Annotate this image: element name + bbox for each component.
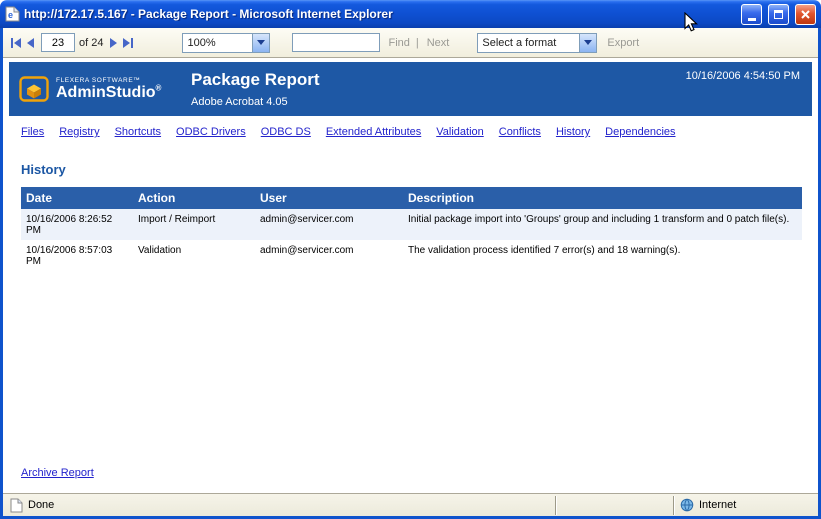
cell-description: The validation process identified 7 erro…	[403, 240, 802, 271]
close-button[interactable]	[795, 4, 816, 25]
nav-link-registry[interactable]: Registry	[59, 126, 99, 138]
nav-link-validation[interactable]: Validation	[436, 126, 484, 138]
first-page-button[interactable]	[8, 36, 24, 50]
mouse-cursor	[684, 12, 698, 33]
column-header-user: User	[255, 187, 403, 209]
section-nav: Files Registry Shortcuts ODBC Drivers OD…	[9, 116, 812, 138]
cell-user: admin@servicer.com	[255, 240, 403, 271]
nav-link-odbc-drivers[interactable]: ODBC Drivers	[176, 126, 246, 138]
maximize-button[interactable]	[768, 4, 789, 25]
ie-page-icon: e	[5, 6, 20, 22]
document-status-icon	[10, 498, 23, 513]
chevron-down-icon	[584, 40, 592, 45]
maximize-icon	[774, 10, 783, 19]
zone-label: Internet	[699, 499, 736, 511]
nav-link-extended-attributes[interactable]: Extended Attributes	[326, 126, 421, 138]
export-link[interactable]: Export	[607, 37, 639, 49]
nav-link-dependencies[interactable]: Dependencies	[605, 126, 675, 138]
flexera-box-icon	[19, 76, 49, 102]
next-page-icon	[110, 38, 117, 48]
report-header-band: FLEXERA SOFTWARE™ AdminStudio® Package R…	[9, 62, 812, 116]
format-select[interactable]: Select a format	[477, 33, 597, 53]
cell-user: admin@servicer.com	[255, 209, 403, 240]
format-value: Select a format	[478, 37, 579, 49]
zoom-select[interactable]: 100%	[182, 33, 270, 53]
column-header-description: Description	[403, 187, 802, 209]
first-page-icon	[11, 38, 13, 48]
report-content: FLEXERA SOFTWARE™ AdminStudio® Package R…	[3, 58, 818, 493]
status-bar: Done Internet	[3, 493, 818, 516]
table-row: 10/16/2006 8:57:03 PM Validation admin@s…	[21, 240, 802, 271]
previous-page-button[interactable]	[24, 36, 37, 50]
section-title: History	[21, 162, 812, 177]
status-pane-empty	[555, 496, 673, 515]
cell-date: 10/16/2006 8:26:52 PM	[21, 209, 133, 240]
last-page-button[interactable]	[120, 36, 136, 50]
registered-mark: ®	[156, 83, 162, 92]
nav-link-shortcuts[interactable]: Shortcuts	[115, 126, 161, 138]
security-zone-pane: Internet	[673, 496, 815, 515]
page-count-label: of 24	[79, 37, 103, 49]
browser-window: e http://172.17.5.167 - Package Report -…	[0, 0, 821, 519]
find-next-separator: |	[416, 37, 419, 49]
brand-adminstudio-label: AdminStudio®	[56, 84, 161, 102]
last-page-icon	[123, 38, 130, 48]
zoom-dropdown-button[interactable]	[252, 34, 269, 52]
svg-text:e: e	[8, 10, 13, 20]
table-header-row: Date Action User Description	[21, 187, 802, 209]
next-link[interactable]: Next	[427, 37, 450, 49]
next-page-button[interactable]	[107, 36, 120, 50]
cell-date: 10/16/2006 8:57:03 PM	[21, 240, 133, 271]
package-name: Adobe Acrobat 4.05	[191, 96, 320, 108]
page-title: Package Report	[191, 70, 320, 90]
format-dropdown-button[interactable]	[579, 34, 596, 52]
previous-page-icon	[27, 38, 34, 48]
column-header-action: Action	[133, 187, 255, 209]
brand-flexera-label: FLEXERA SOFTWARE™	[56, 77, 161, 84]
window-title: http://172.17.5.167 - Package Report - M…	[24, 7, 735, 21]
table-row: 10/16/2006 8:26:52 PM Import / Reimport …	[21, 209, 802, 240]
page-number-input[interactable]	[41, 33, 75, 52]
minimize-icon	[748, 18, 756, 21]
internet-globe-icon	[680, 498, 694, 512]
zoom-value: 100%	[183, 37, 252, 49]
nav-link-conflicts[interactable]: Conflicts	[499, 126, 541, 138]
cell-action: Validation	[133, 240, 255, 271]
status-text: Done	[28, 499, 54, 511]
column-header-date: Date	[21, 187, 133, 209]
history-table: Date Action User Description 10/16/2006 …	[21, 187, 802, 271]
find-link[interactable]: Find	[388, 37, 409, 49]
search-input[interactable]	[292, 33, 380, 52]
report-timestamp: 10/16/2006 4:54:50 PM	[686, 70, 800, 82]
nav-link-files[interactable]: Files	[21, 126, 44, 138]
cell-action: Import / Reimport	[133, 209, 255, 240]
archive-report-link[interactable]: Archive Report	[21, 467, 94, 479]
minimize-button[interactable]	[741, 4, 762, 25]
cell-description: Initial package import into 'Groups' gro…	[403, 209, 802, 240]
adminstudio-logo: FLEXERA SOFTWARE™ AdminStudio®	[19, 76, 177, 102]
nav-link-odbc-ds[interactable]: ODBC DS	[261, 126, 311, 138]
chevron-down-icon	[257, 40, 265, 45]
close-icon	[800, 9, 811, 20]
nav-link-history[interactable]: History	[556, 126, 590, 138]
